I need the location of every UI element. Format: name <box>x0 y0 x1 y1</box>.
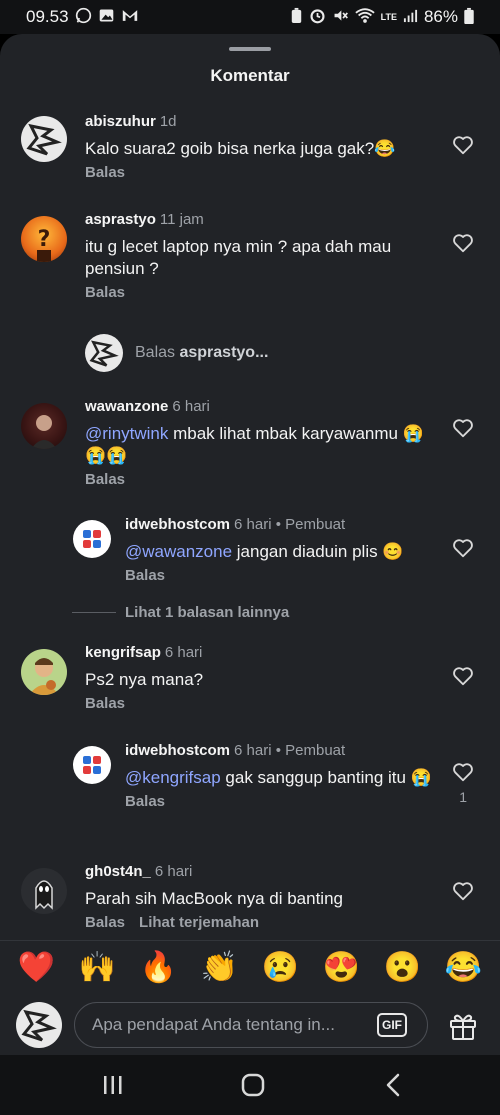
comment-time: 1d <box>159 113 177 130</box>
battery-icon <box>464 7 474 27</box>
reply-prompt-prefix: Balas <box>135 344 180 361</box>
reply-button[interactable]: Balas <box>85 695 125 712</box>
reply-prompt[interactable]: Balas asprastyo... <box>85 334 268 372</box>
gallery-icon <box>98 7 115 27</box>
my-avatar <box>16 1002 62 1048</box>
reply-button[interactable]: Balas <box>125 567 165 584</box>
whatsapp-icon <box>75 7 92 27</box>
like-count: 1 <box>459 789 467 805</box>
network-label: LTE <box>380 12 397 22</box>
emoji-clap[interactable]: 👏 <box>200 953 240 983</box>
reply-button[interactable]: Balas <box>85 284 125 301</box>
reply-button[interactable]: Balas <box>85 471 125 488</box>
avatar <box>85 334 123 372</box>
view-more-replies[interactable]: Lihat 1 balasan lainnya <box>72 604 289 621</box>
emoji-laughing[interactable]: 😂 <box>444 953 484 983</box>
recent-apps-icon[interactable] <box>98 1070 128 1100</box>
comment-input[interactable]: Apa pendapat Anda tentang in... GIF <box>74 1002 428 1048</box>
comment-time: 6 hari <box>164 644 203 661</box>
sheet-title: Komentar <box>210 66 290 85</box>
emoji-heart-eyes[interactable]: 😍 <box>322 953 362 983</box>
emoji-surprised[interactable]: 😮 <box>383 953 423 983</box>
wifi-icon <box>354 7 375 27</box>
system-nav-bar <box>0 1055 500 1115</box>
reply-button[interactable]: Balas <box>125 793 165 810</box>
reply-button[interactable]: Balas <box>85 164 125 181</box>
avatar[interactable] <box>21 868 67 914</box>
avatar[interactable] <box>21 649 67 695</box>
svg-text:?: ? <box>38 227 51 252</box>
comment-text: jangan diaduin plis 😊 <box>232 542 404 561</box>
heart-icon[interactable] <box>452 417 474 439</box>
avatar[interactable] <box>73 520 111 558</box>
comment-username[interactable]: wawanzone <box>85 398 168 415</box>
avatar[interactable] <box>73 746 111 784</box>
view-more-replies-label[interactable]: Lihat 1 balasan lainnya <box>125 604 289 621</box>
comment-time: 6 hari <box>234 516 272 533</box>
heart-icon[interactable] <box>452 232 474 254</box>
comment-username[interactable]: kengrifsap <box>85 644 161 661</box>
comment-text: gak sanggup banting itu 😭 <box>220 768 432 787</box>
comment-text: Ps2 nya mana? <box>85 670 204 689</box>
comments-sheet: Komentar abiszuhur 1d Kalo suara2 goib bi… <box>0 34 500 1055</box>
comment-time: 6 hari <box>172 398 210 415</box>
signal-icon <box>403 8 418 26</box>
comment-composer: Apa pendapat Anda tentang in... GIF <box>0 996 500 1055</box>
mention-link[interactable]: @kengrifsap <box>125 768 221 787</box>
emoji-quick-bar: ❤️ 🙌 🔥 👏 😢 😍 😮 😂 <box>0 940 500 995</box>
gift-icon[interactable] <box>448 1012 478 1040</box>
comment-text: Parah sih MacBook nya di banting <box>85 889 343 908</box>
mute-icon <box>332 7 349 27</box>
emoji-fire[interactable]: 🔥 <box>139 953 179 983</box>
comment-input-placeholder: Apa pendapat Anda tentang in... <box>92 1015 335 1034</box>
drag-handle[interactable] <box>229 47 271 51</box>
comment-username[interactable]: idwebhostcom <box>125 516 230 533</box>
comment-time: 6 hari <box>234 742 272 759</box>
heart-icon[interactable] <box>452 537 474 559</box>
heart-icon[interactable] <box>452 761 474 783</box>
emoji-heart[interactable]: ❤️ <box>17 953 57 983</box>
divider <box>72 612 116 613</box>
comment-text: itu g lecet laptop nya min ? apa dah mau… <box>85 237 392 278</box>
back-icon[interactable] <box>378 1070 408 1100</box>
emoji-sad[interactable]: 😢 <box>261 953 301 983</box>
status-time: 09.53 <box>26 7 69 26</box>
comment-time: 6 hari <box>154 863 193 880</box>
translate-button[interactable]: Lihat terjemahan <box>139 914 259 931</box>
comment-username[interactable]: asprastyo <box>85 211 156 228</box>
comment-username[interactable]: gh0st4n_ <box>85 863 151 880</box>
status-bar: 09.53 LTE 86% <box>0 0 500 34</box>
gif-button[interactable]: GIF <box>377 1013 407 1037</box>
comment-text: Kalo suara2 goib bisa nerka juga gak?😂 <box>85 139 396 158</box>
avatar[interactable] <box>21 403 67 449</box>
creator-badge: • Pembuat <box>271 516 346 533</box>
creator-badge: • Pembuat <box>271 742 346 759</box>
comment-username[interactable]: abiszuhur <box>85 113 156 130</box>
battery-percent: 86% <box>423 7 458 26</box>
heart-icon[interactable] <box>452 134 474 156</box>
comment-username[interactable]: idwebhostcom <box>125 742 230 759</box>
reply-button[interactable]: Balas <box>85 914 125 931</box>
avatar[interactable] <box>21 116 67 162</box>
emoji-raised-hands[interactable]: 🙌 <box>78 953 118 983</box>
heart-icon[interactable] <box>452 665 474 687</box>
reply-prompt-user: asprastyo... <box>179 344 269 361</box>
battery-saver-icon <box>290 7 303 27</box>
alarm-icon <box>309 7 326 27</box>
avatar[interactable]: ? <box>21 216 67 262</box>
gmail-icon <box>121 8 139 26</box>
mention-link[interactable]: @rinytwink <box>85 424 168 443</box>
home-icon[interactable] <box>238 1070 268 1100</box>
mention-link[interactable]: @wawanzone <box>125 542 232 561</box>
heart-icon[interactable] <box>452 880 474 902</box>
comment-time: 11 jam <box>159 211 204 228</box>
